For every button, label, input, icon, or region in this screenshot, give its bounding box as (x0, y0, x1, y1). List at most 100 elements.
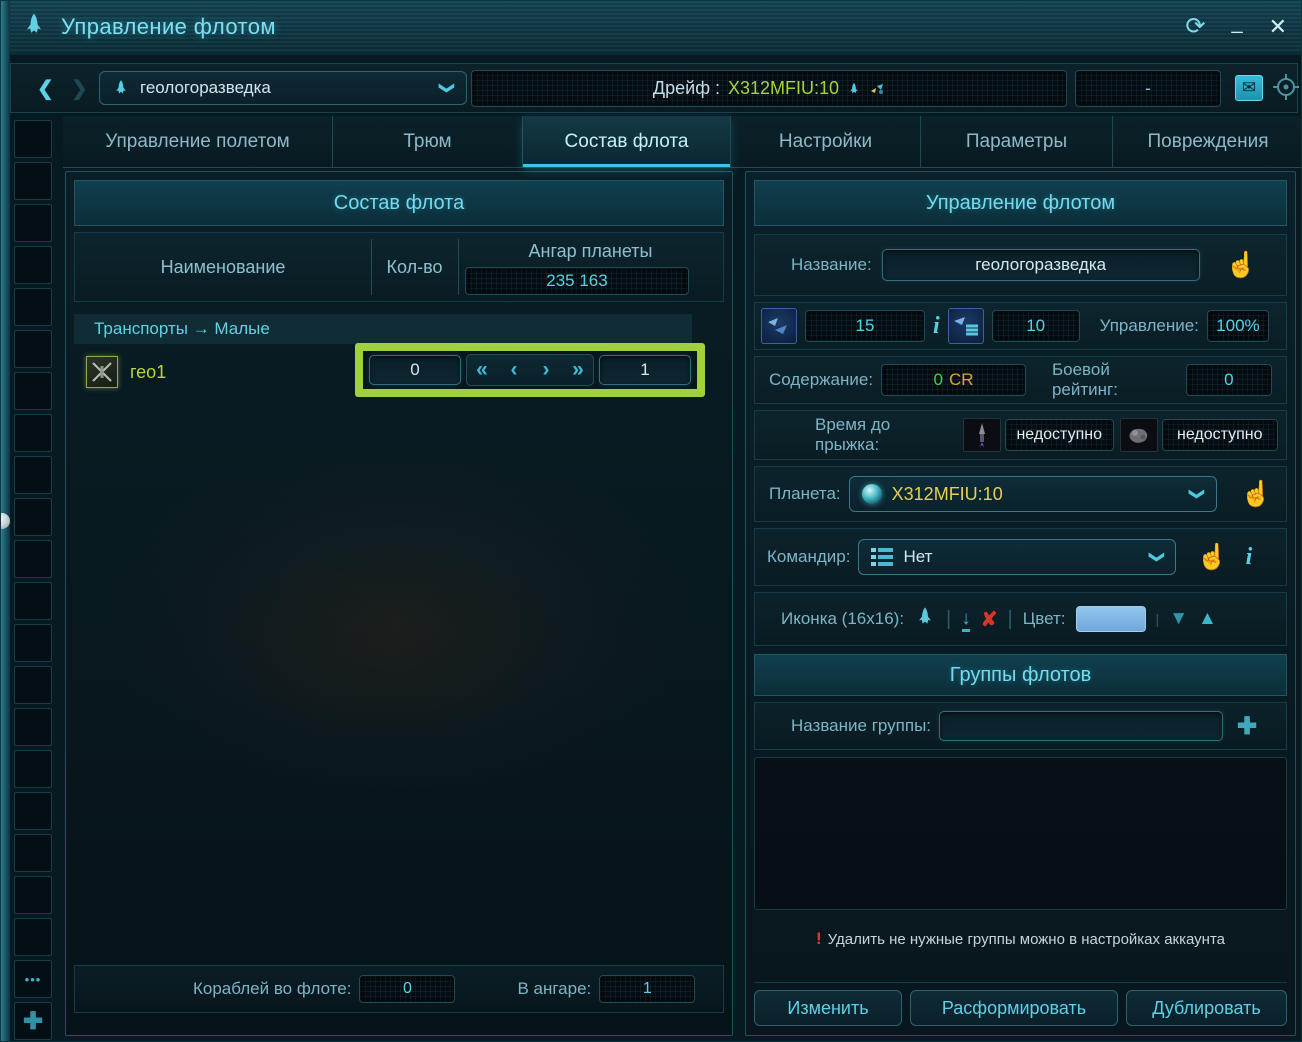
quantity-spinner-highlight: « ‹ › » (355, 343, 705, 397)
ships-count-field: 15 (805, 310, 925, 342)
commander-info-icon[interactable]: i (1246, 544, 1253, 571)
add-group-icon[interactable]: ✚ (1237, 712, 1257, 741)
move-all-right-icon[interactable]: » (563, 357, 593, 383)
planet-icon (862, 484, 882, 504)
planet-label: Планета: (769, 484, 841, 504)
planet-value: X312MFIU:10 (892, 484, 1181, 505)
move-one-right-icon[interactable]: › (531, 357, 561, 383)
planet-dropdown[interactable]: X312MFIU:10 ❯ (849, 476, 1217, 512)
fleet-icon (112, 79, 130, 97)
fleet-name-row: Название: ☝ (754, 234, 1287, 296)
fleet-select-dropdown[interactable]: геологоразведка ❯ (99, 71, 467, 105)
fleet-slot[interactable] (14, 750, 52, 788)
goto-planet-hand-icon[interactable]: ☝ (1241, 480, 1272, 509)
minimize-icon[interactable]: _ (1231, 13, 1242, 33)
warning-icon: ! (816, 929, 822, 948)
disband-button[interactable]: Расформировать (910, 990, 1118, 1026)
drift-ships-icon (869, 82, 885, 96)
fleet-slot[interactable] (14, 372, 52, 410)
tab-cargo[interactable]: Трюм (333, 116, 523, 167)
move-down-icon[interactable]: ▼ (1169, 608, 1188, 630)
ships-count-icon (761, 308, 797, 344)
ship-thumbnail-icon (86, 356, 118, 388)
more-slots-icon[interactable]: ••• (14, 960, 52, 998)
fleet-slot[interactable] (14, 834, 52, 872)
fleet-slot[interactable] (14, 288, 52, 326)
assign-commander-hand-icon[interactable]: ☝ (1196, 543, 1227, 572)
column-name: Наименование (75, 233, 371, 301)
planet-row: Планета: X312MFIU:10 ❯ ☝ (754, 466, 1287, 522)
window-title: Управление флотом (61, 14, 276, 40)
fleet-slot[interactable] (14, 876, 52, 914)
control-value-field: 100% (1207, 310, 1269, 342)
add-fleet-icon[interactable]: ✚ (14, 1002, 52, 1040)
fleet-slot[interactable] (14, 666, 52, 704)
navbar: ❮ ❯ геологоразведка ❯ Дрейф : X312MFIU:1… (10, 63, 1298, 113)
fleet-slot[interactable] (14, 414, 52, 452)
fleet-slot[interactable] (14, 792, 52, 830)
fleet-composition-title: Состав флота (74, 180, 724, 226)
group-name-input[interactable] (939, 711, 1223, 741)
fleet-slot[interactable] (14, 918, 52, 956)
fleet-slot[interactable] (14, 624, 52, 662)
commander-dropdown[interactable]: Нет ❯ (858, 539, 1176, 575)
fleet-slot[interactable] (14, 456, 52, 494)
composition-footer: Кораблей во флоте: 0 В ангаре: 1 (74, 965, 724, 1013)
jump-time-value-1: недоступно (1005, 419, 1114, 451)
mail-icon[interactable]: ✉ (1235, 75, 1263, 101)
color-swatch[interactable] (1076, 606, 1146, 632)
edit-button[interactable]: Изменить (754, 990, 902, 1026)
jump-time-label: Время до прыжка: (815, 415, 955, 455)
fleet-slot[interactable] (14, 246, 52, 284)
fleet-name-input[interactable] (882, 249, 1200, 281)
fleet-management-window: Управление флотом ⟳ _ ✕ ❮ ❯ геологоразве… (0, 0, 1302, 1042)
tab-bar: Управление полетом Трюм Состав флота Нас… (63, 116, 1302, 168)
commander-value: Нет (903, 547, 1140, 567)
forward-arrow-icon[interactable]: ❯ (71, 76, 88, 101)
fleet-rocket-icon (21, 12, 47, 43)
color-label: Цвет: (1023, 609, 1066, 629)
apply-name-hand-icon[interactable]: ☝ (1226, 251, 1257, 280)
drift-status-field: Дрейф : X312MFIU:10 (471, 70, 1067, 107)
commander-list-icon (871, 548, 893, 566)
upload-icon[interactable]: ↓ (961, 608, 971, 630)
fleet-slot[interactable] (14, 540, 52, 578)
group-list[interactable] (754, 757, 1287, 910)
upkeep-field: 0 CR (881, 364, 1026, 396)
fleet-slot[interactable] (14, 708, 52, 746)
fleet-slot[interactable] (14, 204, 52, 242)
current-fleet-icon[interactable] (914, 606, 936, 633)
fleet-slot[interactable] (14, 498, 52, 536)
jump-time-value-2: недоступно (1162, 419, 1278, 451)
column-quantity: Кол-во (371, 233, 458, 301)
hangar-total-field: 235 163 (465, 267, 689, 295)
ship-category-row[interactable]: Транспорты → Малые (74, 314, 692, 344)
ships-in-fleet-label: Кораблей во флоте: (193, 979, 351, 999)
drift-label: Дрейф : (653, 78, 720, 99)
fleet-slot[interactable] (14, 330, 52, 368)
in-hangar-count-input[interactable] (599, 355, 691, 385)
fleet-slot[interactable] (14, 582, 52, 620)
fleet-management-panel: Управление флотом Название: ☝ 15 i 10 Уп… (745, 171, 1296, 1036)
in-fleet-count-input[interactable] (369, 355, 461, 385)
crosshair-icon[interactable] (1271, 72, 1301, 105)
fleet-slots-row: 15 i 10 Управление: 100% (754, 302, 1287, 350)
tab-settings[interactable]: Настройки (731, 116, 921, 167)
tab-damage[interactable]: Повреждения (1113, 116, 1302, 167)
info-icon[interactable]: i (933, 313, 940, 340)
groups-warning: !Удалить не нужные группы можно в настро… (754, 929, 1287, 949)
tab-parameters[interactable]: Параметры (921, 116, 1113, 167)
fleet-slot[interactable] (14, 162, 52, 200)
group-name-row: Название группы: ✚ (754, 702, 1287, 750)
refresh-icon[interactable]: ⟳ (1185, 15, 1205, 39)
fleet-slot[interactable] (14, 120, 52, 158)
move-all-left-icon[interactable]: « (467, 357, 497, 383)
remove-icon[interactable]: ✘ (981, 607, 998, 632)
move-up-icon[interactable]: ▲ (1198, 608, 1217, 630)
tab-flight-control[interactable]: Управление полетом (63, 116, 333, 167)
duplicate-button[interactable]: Дублировать (1126, 990, 1287, 1026)
close-icon[interactable]: ✕ (1269, 16, 1287, 38)
move-one-left-icon[interactable]: ‹ (499, 357, 529, 383)
tab-fleet-composition[interactable]: Состав флота (523, 116, 731, 167)
back-arrow-icon[interactable]: ❮ (37, 76, 54, 101)
